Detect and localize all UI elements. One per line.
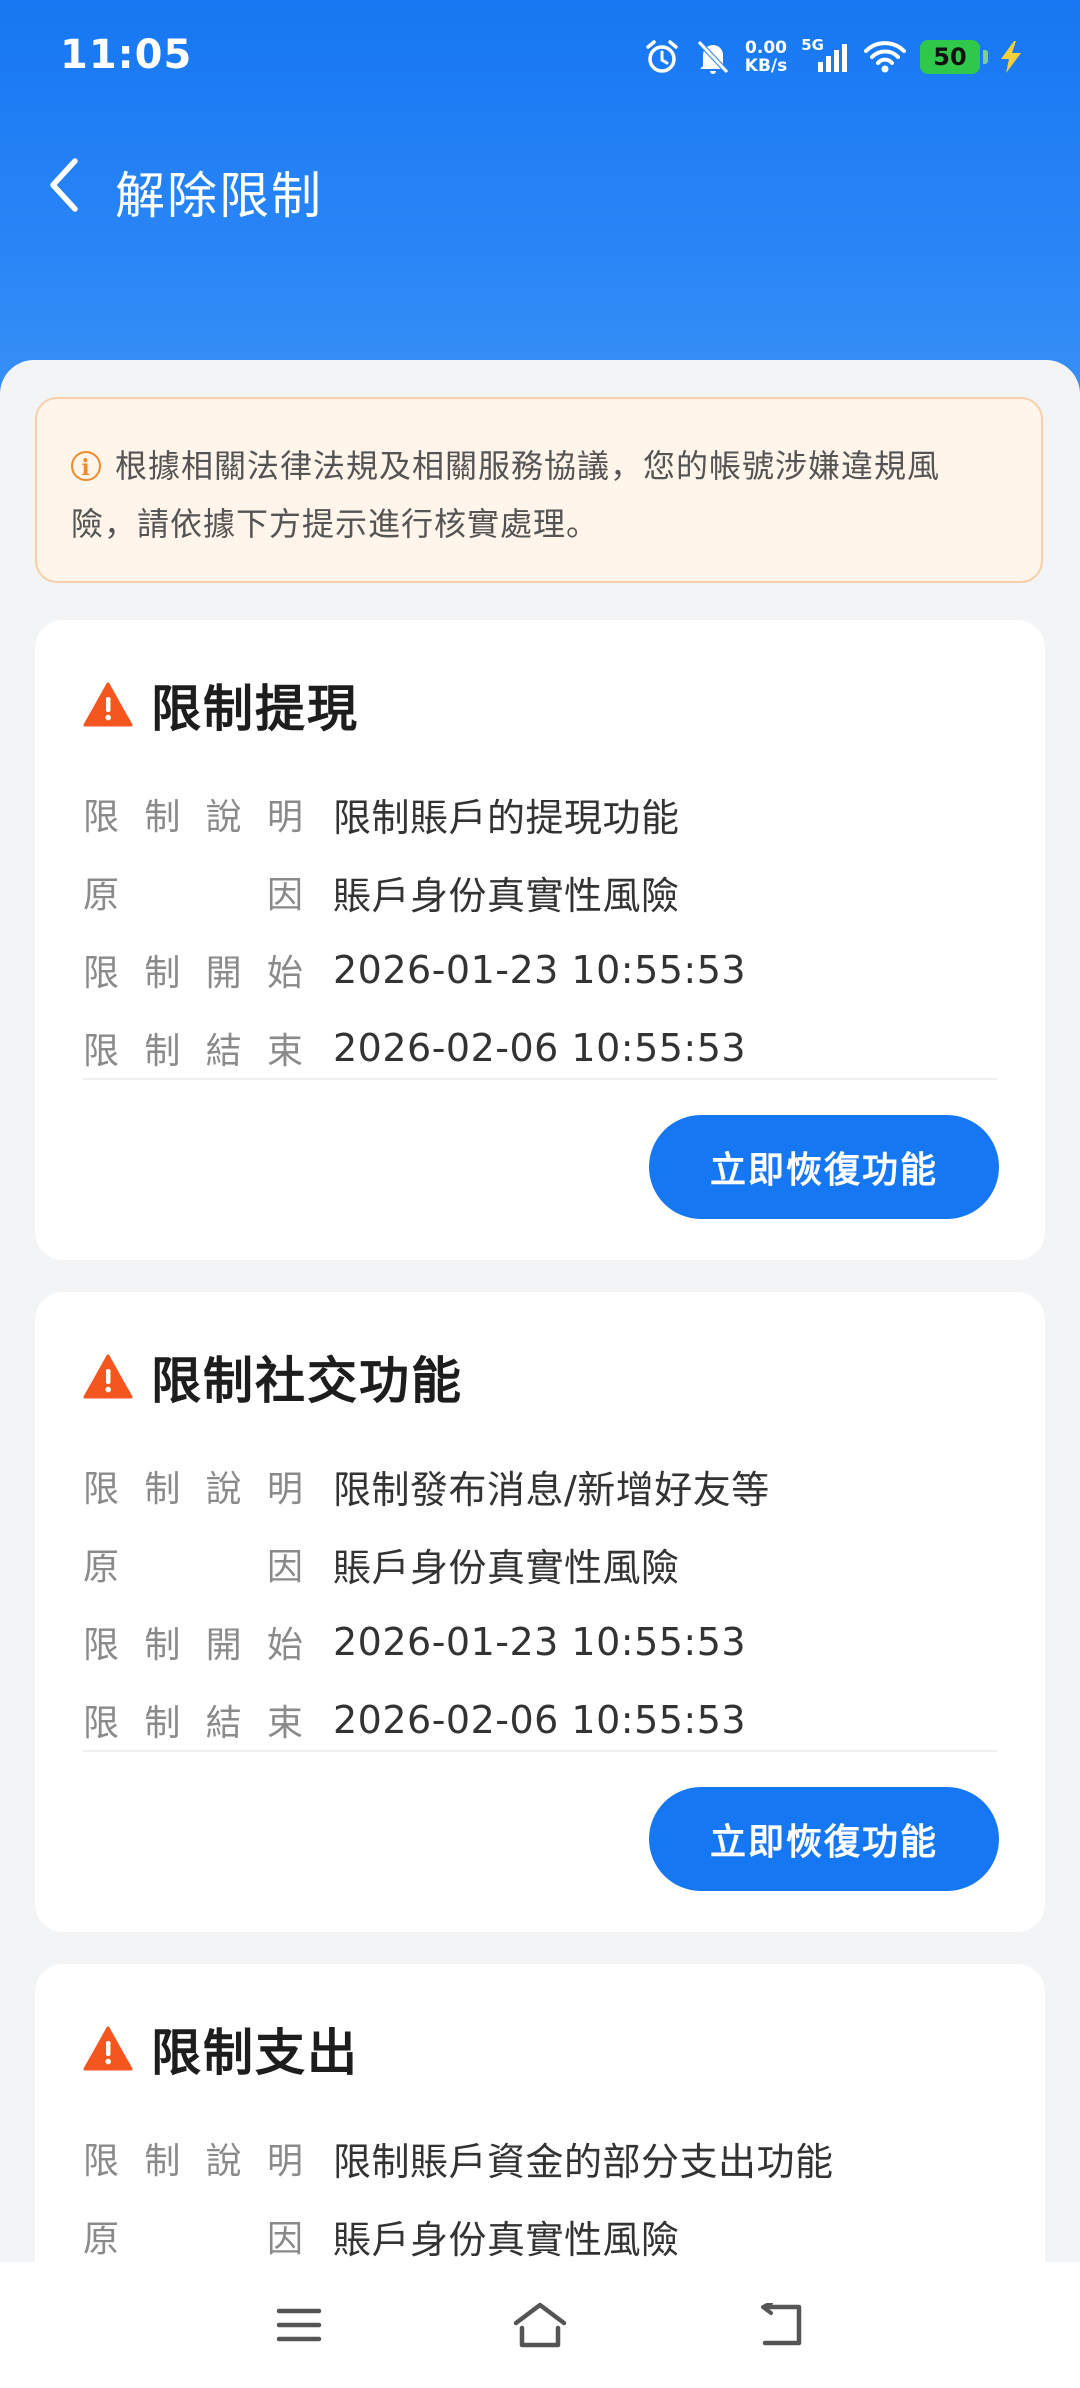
label-description: 限制說明 <box>83 2141 303 2182</box>
value-description: 限制賬戶的提現功能 <box>333 795 680 840</box>
home-icon <box>513 2302 567 2348</box>
header-background: 11:05 0.00 KB/s 5G 50 解除限制 <box>0 0 1080 420</box>
chevron-left-icon <box>50 158 78 212</box>
system-navigation-bar <box>0 2262 1080 2388</box>
value-reason: 賬戶身份真實性風險 <box>333 2217 680 2262</box>
detail-rows: 限制說明 限制發布消息/新增好友等 原因 賬戶身份真實性風險 限制開始 2026… <box>83 1447 997 1759</box>
label-reason: 原因 <box>83 1547 303 1588</box>
net-speed: 0.00 KB/s <box>745 39 787 75</box>
row-start: 限制開始 2026-01-23 10:55:53 <box>83 931 997 1009</box>
value-start: 2026-01-23 10:55:53 <box>333 948 747 992</box>
row-start: 限制開始 2026-01-23 10:55:53 <box>83 1603 997 1681</box>
label-start: 限制開始 <box>83 1625 303 1666</box>
back-button[interactable] <box>28 150 98 220</box>
page-title: 解除限制 <box>115 167 323 225</box>
warning-triangle-icon <box>83 2026 133 2071</box>
label-start: 限制開始 <box>83 953 303 994</box>
value-reason: 賬戶身份真實性風險 <box>333 1545 680 1590</box>
divider <box>83 1750 997 1752</box>
charging-icon <box>998 40 1024 74</box>
home-button[interactable] <box>505 2290 575 2360</box>
signal-icon: 5G <box>801 36 850 74</box>
back-nav-button[interactable] <box>746 2290 816 2360</box>
card-title-row: 限制支出 <box>83 2014 359 2084</box>
detail-rows: 限制說明 限制賬戶資金的部分支出功能 原因 賬戶身份真實性風險 <box>83 2119 997 2275</box>
bell-off-icon <box>695 38 731 76</box>
menu-icon <box>276 2308 322 2342</box>
info-circle-icon: i <box>71 451 101 481</box>
detail-rows: 限制說明 限制賬戶的提現功能 原因 賬戶身份真實性風險 限制開始 2026-01… <box>83 775 997 1087</box>
divider <box>83 1078 997 1080</box>
row-end: 限制結束 2026-02-06 10:55:53 <box>83 1681 997 1759</box>
card-title: 限制提現 <box>151 680 359 738</box>
value-end: 2026-02-06 10:55:53 <box>333 1026 747 1070</box>
battery-icon: 50 <box>920 40 988 74</box>
row-reason: 原因 賬戶身份真實性風險 <box>83 853 997 931</box>
status-bar: 11:05 0.00 KB/s 5G 50 <box>0 0 1080 110</box>
card-title: 限制支出 <box>151 2024 359 2082</box>
row-end: 限制結束 2026-02-06 10:55:53 <box>83 1009 997 1087</box>
row-description: 限制說明 限制賬戶的提現功能 <box>83 775 997 853</box>
net-speed-unit: KB/s <box>744 56 788 76</box>
value-description: 限制賬戶資金的部分支出功能 <box>333 2139 834 2184</box>
label-description: 限制說明 <box>83 797 303 838</box>
menu-button[interactable] <box>264 2290 334 2360</box>
navigation-bar: 解除限制 <box>0 130 1080 240</box>
row-description: 限制說明 限制發布消息/新增好友等 <box>83 1447 997 1525</box>
notice-banner: i 根據相關法律法規及相關服務協議，您的帳號涉嫌違規風險，請依據下方提示進行核實處… <box>35 397 1043 583</box>
label-description: 限制說明 <box>83 1469 303 1510</box>
restore-function-button[interactable]: 立即恢復功能 <box>649 1787 999 1891</box>
wifi-icon <box>864 40 906 74</box>
value-description: 限制發布消息/新增好友等 <box>333 1467 770 1512</box>
value-end: 2026-02-06 10:55:53 <box>333 1698 747 1742</box>
restore-function-button[interactable]: 立即恢復功能 <box>649 1115 999 1219</box>
alarm-icon <box>643 38 681 76</box>
label-end: 限制結束 <box>83 1703 303 1744</box>
card-title-row: 限制社交功能 <box>83 1342 463 1412</box>
card-title: 限制社交功能 <box>151 1352 463 1410</box>
restriction-card-withdrawal: 限制提現 限制說明 限制賬戶的提現功能 原因 賬戶身份真實性風險 限制開始 20… <box>35 620 1045 1260</box>
warning-triangle-icon <box>83 1354 133 1399</box>
content-area: i 根據相關法律法規及相關服務協議，您的帳號涉嫌違規風險，請依據下方提示進行核實處… <box>0 360 1080 2364</box>
net-speed-value: 0.00 <box>745 38 787 58</box>
signal-5g-label: 5G <box>801 36 824 54</box>
row-reason: 原因 賬戶身份真實性風險 <box>83 1525 997 1603</box>
value-start: 2026-01-23 10:55:53 <box>333 1620 747 1664</box>
label-reason: 原因 <box>83 2219 303 2260</box>
warning-triangle-icon <box>83 682 133 727</box>
label-end: 限制結束 <box>83 1031 303 1072</box>
notice-text-container: i 根據相關法律法規及相關服務協議，您的帳號涉嫌違規風險，請依據下方提示進行核實處… <box>71 437 1001 553</box>
value-reason: 賬戶身份真實性風險 <box>333 873 680 918</box>
row-description: 限制說明 限制賬戶資金的部分支出功能 <box>83 2119 997 2197</box>
label-reason: 原因 <box>83 875 303 916</box>
back-icon <box>761 2303 802 2346</box>
status-icons: 0.00 KB/s 5G 50 <box>643 30 1024 84</box>
notice-text: 根據相關法律法規及相關服務協議，您的帳號涉嫌違規風險，請依據下方提示進行核實處理… <box>71 447 941 543</box>
restriction-card-social: 限制社交功能 限制說明 限制發布消息/新增好友等 原因 賬戶身份真實性風險 限制… <box>35 1292 1045 1932</box>
status-time: 11:05 <box>60 32 193 78</box>
card-title-row: 限制提現 <box>83 670 359 740</box>
